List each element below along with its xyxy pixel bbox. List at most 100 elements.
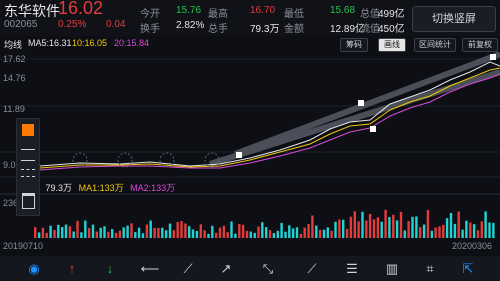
- open-value: 15.76: [176, 5, 202, 16]
- drawing-side-panel: [16, 118, 40, 216]
- volume-bar: [407, 221, 410, 238]
- total-value: 499亿: [378, 9, 405, 20]
- volume-bar: [188, 226, 191, 238]
- volume-bar: [230, 221, 233, 238]
- volume-bar: [199, 224, 202, 238]
- volume-bar: [68, 226, 72, 238]
- channel-line-icon[interactable]: ⟋: [300, 256, 324, 281]
- current-price: 16.02: [58, 0, 104, 18]
- line-style-icon[interactable]: [21, 169, 35, 177]
- volume-bar: [476, 230, 480, 238]
- volume-bar: [411, 216, 414, 238]
- volume-bar: [488, 222, 491, 238]
- volume-bar: [153, 227, 156, 238]
- high-value: 16.70: [250, 5, 276, 16]
- volume-bar: [368, 214, 372, 238]
- volume-bar: [426, 210, 430, 238]
- horizontal-line-icon[interactable]: ⟵: [138, 256, 162, 281]
- volume-bar: [388, 217, 391, 238]
- volume-bar: [349, 216, 353, 238]
- ma20-value: 20:15.84: [114, 38, 150, 48]
- tab-draw[interactable]: 画线: [378, 38, 406, 52]
- segment-line-icon[interactable]: ⟋: [176, 256, 200, 281]
- volume-bar: [268, 230, 272, 238]
- volume-bar: [95, 231, 98, 238]
- volume-bar: [338, 219, 341, 238]
- eye-icon[interactable]: ◉: [22, 256, 46, 281]
- high-label: 最高: [208, 9, 228, 20]
- volume-bar: [191, 229, 195, 238]
- volume-bar: [130, 223, 133, 238]
- volume-bar: [103, 226, 106, 238]
- volume-bar: [37, 232, 41, 238]
- volume-bar: [291, 228, 295, 238]
- fib-line-icon[interactable]: ☰: [340, 256, 364, 281]
- tab-adjust[interactable]: 前复权: [462, 38, 498, 52]
- volume-bar: [49, 225, 52, 238]
- volume-bar: [34, 227, 37, 238]
- volume-bar: [307, 224, 310, 238]
- volume-bar: [315, 225, 318, 238]
- volume-bar: [161, 227, 164, 238]
- draw-anchor-point: [370, 126, 376, 132]
- volume-bar: [442, 224, 445, 238]
- volume-bar: [222, 225, 226, 238]
- volume-bar: [284, 231, 287, 238]
- ma20-line: [39, 73, 500, 171]
- volume-bar: [176, 222, 179, 238]
- volume-bar: [218, 227, 222, 238]
- ray-line-icon[interactable]: ↗: [214, 256, 238, 281]
- volume-bar: [257, 226, 260, 238]
- volume-bar: [403, 230, 406, 238]
- volume-bar: [357, 221, 360, 238]
- trash-icon[interactable]: [22, 193, 35, 209]
- volume-bar: [207, 233, 210, 238]
- volume-bar: [53, 230, 56, 238]
- turnover-label: 换手: [140, 24, 160, 35]
- end-date: 20200306: [452, 241, 493, 251]
- hands-label: 总手: [208, 24, 228, 35]
- volume-bar: [180, 221, 183, 238]
- volume-bar: [434, 227, 437, 238]
- bar-tool-icon[interactable]: ▥: [380, 256, 404, 281]
- arrow-down-icon[interactable]: ↓: [98, 256, 122, 281]
- volume-bar: [80, 232, 83, 238]
- volume-bar: [445, 218, 449, 238]
- volume-bar: [384, 209, 387, 238]
- parallel-line-icon[interactable]: ⤡: [256, 256, 280, 281]
- volume-bar: [399, 211, 403, 238]
- volume-bar: [184, 223, 187, 238]
- volume-bar: [249, 231, 252, 238]
- volume-legend: 成 79.3万 MA1:133万 MA2:133万: [30, 181, 175, 194]
- line-width-icon[interactable]: [21, 149, 35, 161]
- crop-icon[interactable]: ⌗: [418, 256, 442, 281]
- volume-ma1: MA1:133万: [78, 183, 124, 193]
- draw-anchor-point: [358, 100, 364, 106]
- volume-bar: [137, 227, 141, 238]
- amount-label: 金额: [284, 24, 304, 35]
- y-tick-3: 11.89: [3, 104, 25, 114]
- volume-bar: [461, 229, 464, 238]
- volume-bar: [157, 227, 160, 238]
- start-date: 20190710: [3, 241, 44, 251]
- volume-bar: [164, 230, 168, 238]
- color-picker[interactable]: [22, 124, 34, 136]
- volume-bar: [372, 219, 376, 238]
- volume-bar: [253, 232, 256, 238]
- volume-bar: [311, 215, 314, 238]
- arrow-up-icon[interactable]: ↑: [60, 256, 84, 281]
- tab-range-stats[interactable]: 区间统计: [414, 38, 456, 52]
- volume-bar: [72, 231, 75, 238]
- volume-bar: [334, 221, 337, 238]
- tab-chips[interactable]: 筹码: [340, 38, 368, 52]
- volume-bar: [226, 232, 229, 238]
- switch-portrait-button[interactable]: 切换竖屏: [412, 6, 496, 32]
- volume-bar: [241, 224, 245, 238]
- volume-bar: [265, 227, 268, 238]
- share-icon[interactable]: ⇱: [456, 256, 480, 281]
- total-label: 总值: [360, 9, 380, 20]
- kline-chart[interactable]: [0, 52, 500, 256]
- volume-bar: [457, 211, 460, 238]
- change-amount: 0.04: [106, 19, 126, 30]
- y-tick-2: 14.76: [3, 73, 26, 83]
